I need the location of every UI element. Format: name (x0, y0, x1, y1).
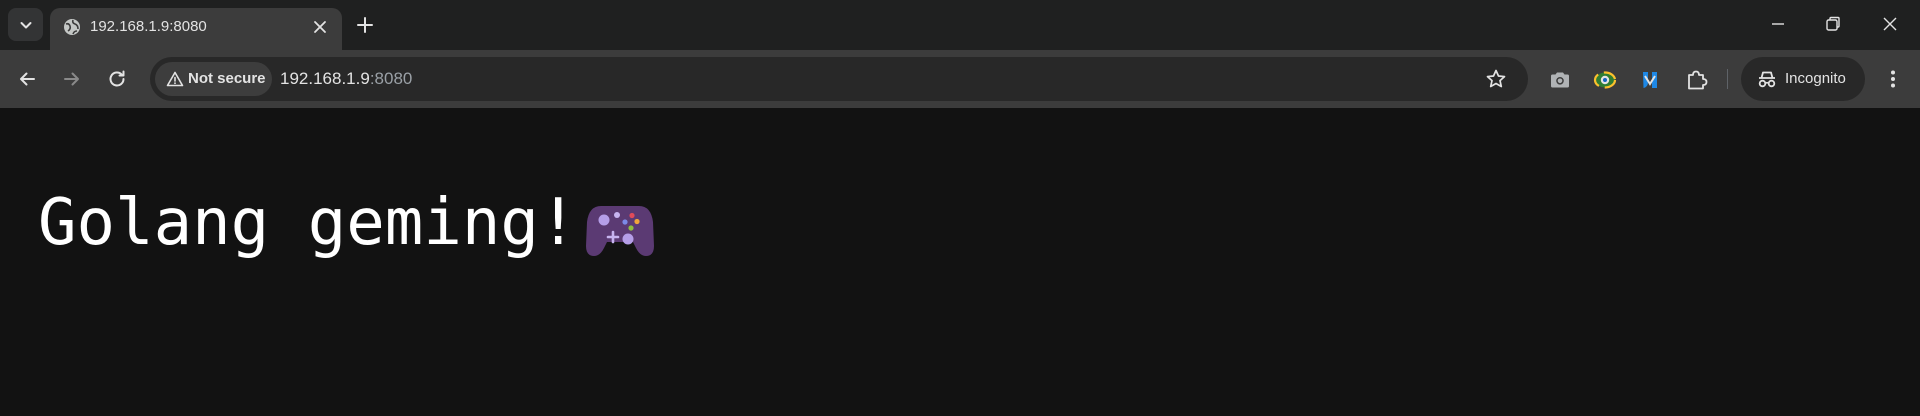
close-icon[interactable] (1880, 14, 1900, 34)
tab-strip: 192.168.1.9:8080 (0, 0, 1920, 50)
more-menu-icon[interactable] (1880, 66, 1906, 92)
reload-icon[interactable] (104, 66, 130, 92)
page-content: Golang geming! (0, 108, 1920, 416)
toolbar: Not secure 192.168.1.9:8080 Incognito (0, 50, 1920, 108)
address-bar[interactable]: Not secure 192.168.1.9:8080 (150, 57, 1528, 101)
translate-icon[interactable] (1637, 67, 1663, 93)
tab-title: 192.168.1.9:8080 (90, 18, 207, 35)
page-heading: Golang geming! (38, 186, 616, 260)
gamepad-icon (586, 206, 654, 256)
security-chip[interactable]: Not secure (155, 62, 272, 96)
globe-icon (64, 19, 80, 35)
chevron-down-icon (20, 21, 31, 28)
warning-icon (166, 71, 184, 87)
url-host: 192.168.1.9 (280, 69, 370, 88)
url-port: :8080 (369, 69, 413, 88)
camera-icon[interactable] (1547, 67, 1573, 93)
puzzle-icon[interactable] (1683, 67, 1709, 93)
bookmark-star-icon[interactable] (1484, 67, 1508, 91)
url-text[interactable]: 192.168.1.9:8080 (280, 69, 412, 89)
forward-icon[interactable] (59, 66, 85, 92)
toolbar-divider (1727, 69, 1728, 89)
tab-search-button[interactable] (8, 8, 43, 41)
new-tab-icon[interactable] (354, 14, 376, 36)
close-icon[interactable] (310, 17, 330, 37)
tab-active[interactable]: 192.168.1.9:8080 (50, 8, 342, 50)
restore-icon[interactable] (1823, 14, 1843, 34)
incognito-button[interactable]: Incognito (1741, 57, 1865, 101)
incognito-label: Incognito (1785, 70, 1846, 87)
security-label: Not secure (188, 70, 266, 87)
incognito-icon (1758, 71, 1776, 88)
eye-dropper-icon[interactable] (1592, 67, 1618, 93)
minimize-icon[interactable] (1768, 14, 1788, 34)
back-icon[interactable] (14, 66, 40, 92)
